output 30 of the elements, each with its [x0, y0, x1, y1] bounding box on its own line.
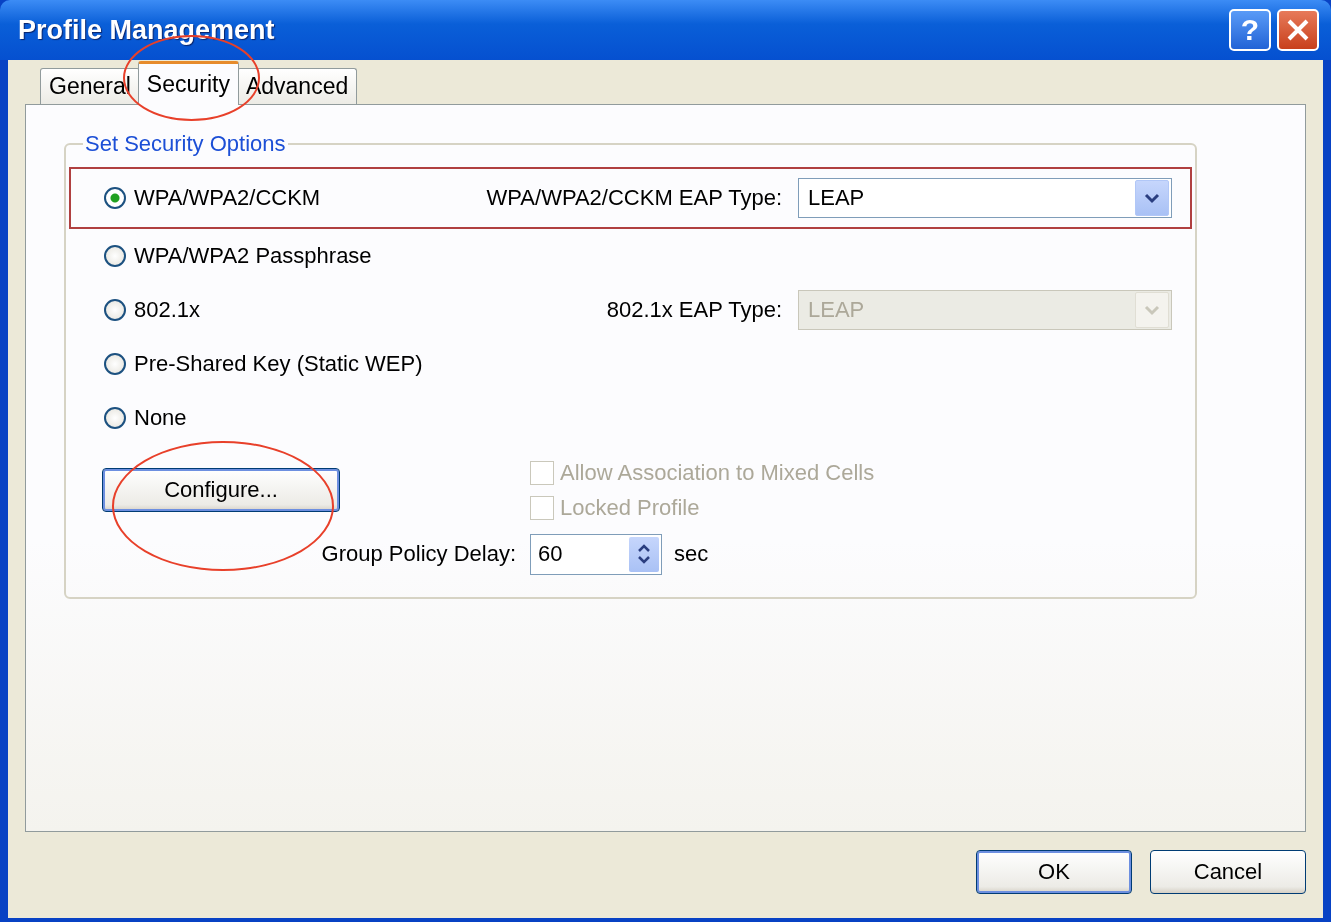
- spin-arrows-icon: [637, 542, 651, 566]
- close-button[interactable]: [1277, 9, 1319, 51]
- window-title: Profile Management: [18, 14, 275, 46]
- group-title: Set Security Options: [84, 131, 287, 157]
- radio-button[interactable]: [104, 407, 126, 429]
- checkbox-label: Locked Profile: [560, 494, 700, 521]
- radio-label: WPA/WPA2/CCKM: [134, 185, 321, 211]
- chevron-down-icon: [1144, 192, 1160, 204]
- chevron-down-icon: [1144, 304, 1160, 316]
- radio-label: None: [134, 405, 187, 431]
- help-button[interactable]: ?: [1229, 9, 1271, 51]
- field-label: Group Policy Delay:: [321, 541, 516, 567]
- unit-label: sec: [674, 541, 709, 567]
- radio-button[interactable]: [104, 299, 126, 321]
- configure-button[interactable]: Configure...: [102, 468, 340, 512]
- close-icon: [1285, 17, 1311, 43]
- radio-button[interactable]: [104, 245, 126, 267]
- radio-label: Pre-Shared Key (Static WEP): [134, 351, 423, 377]
- field-label: WPA/WPA2/CCKM EAP Type:: [486, 185, 782, 211]
- dropdown[interactable]: LEAP: [798, 178, 1172, 218]
- checkbox-label: Allow Association to Mixed Cells: [560, 459, 875, 486]
- field-label: 802.1x EAP Type:: [606, 297, 782, 323]
- tab[interactable]: Security: [137, 61, 239, 105]
- spin-field[interactable]: 60: [530, 533, 662, 575]
- radio-label: WPA/WPA2 Passphrase: [134, 243, 372, 269]
- radio-button[interactable]: [104, 187, 126, 209]
- dialog-button[interactable]: OK: [976, 850, 1132, 894]
- dialog-button[interactable]: Cancel: [1150, 850, 1306, 894]
- radio-button[interactable]: [104, 353, 126, 375]
- radio-label: 802.1x: [134, 297, 201, 323]
